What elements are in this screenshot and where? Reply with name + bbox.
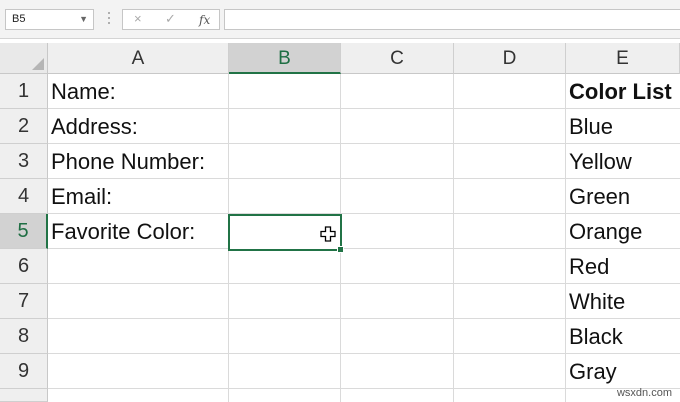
- select-all-triangle-icon: [32, 58, 44, 70]
- row-header-8[interactable]: 8: [0, 319, 48, 354]
- column-header-a[interactable]: A: [48, 43, 229, 74]
- fill-handle[interactable]: [337, 246, 344, 253]
- name-box[interactable]: B5 ▼: [5, 9, 94, 30]
- formula-input[interactable]: [224, 9, 680, 30]
- chevron-down-icon[interactable]: ▼: [79, 10, 88, 29]
- cell-e7[interactable]: White: [566, 284, 680, 319]
- cell-select-cursor-icon: [320, 226, 336, 242]
- cell-e1[interactable]: Color List: [566, 74, 680, 109]
- watermark: wsxdn.com: [616, 387, 672, 399]
- insert-function-icon[interactable]: fx: [199, 13, 210, 27]
- row-header-1[interactable]: 1: [0, 74, 48, 109]
- cell-a5[interactable]: Favorite Color:: [48, 214, 228, 249]
- select-all-button[interactable]: [0, 43, 48, 74]
- row-header-6[interactable]: 6: [0, 249, 48, 284]
- formula-buttons: × ✓ fx: [122, 9, 220, 30]
- column-header-b[interactable]: B: [229, 43, 341, 74]
- cell-e5[interactable]: Orange: [566, 214, 680, 249]
- row-header-3[interactable]: 3: [0, 144, 48, 179]
- cell-a3[interactable]: Phone Number:: [48, 144, 228, 179]
- cell-e6[interactable]: Red: [566, 249, 680, 284]
- enter-icon[interactable]: ✓: [165, 11, 176, 27]
- column-header-c[interactable]: C: [341, 43, 454, 74]
- cell-a2[interactable]: Address:: [48, 109, 228, 144]
- cell-e3[interactable]: Yellow: [566, 144, 680, 179]
- row-header-5[interactable]: 5: [0, 214, 48, 249]
- row-header-7[interactable]: 7: [0, 284, 48, 319]
- row-header-4[interactable]: 4: [0, 179, 48, 214]
- column-header-e[interactable]: E: [566, 43, 680, 74]
- cancel-icon[interactable]: ×: [134, 11, 142, 26]
- drag-handle-icon[interactable]: [107, 12, 111, 26]
- column-header-d[interactable]: D: [454, 43, 566, 74]
- row-header-10[interactable]: [0, 389, 48, 402]
- cell-a1[interactable]: Name:: [48, 74, 228, 109]
- name-box-value: B5: [12, 13, 26, 25]
- row-header-9[interactable]: 9: [0, 354, 48, 389]
- cell-e9[interactable]: Gray: [566, 354, 680, 389]
- cell-e4[interactable]: Green: [566, 179, 680, 214]
- row-header-2[interactable]: 2: [0, 109, 48, 144]
- cell-e2[interactable]: Blue: [566, 109, 680, 144]
- cell-e8[interactable]: Black: [566, 319, 680, 354]
- cell-a4[interactable]: Email:: [48, 179, 228, 214]
- formula-bar: B5 ▼ × ✓ fx: [0, 0, 680, 39]
